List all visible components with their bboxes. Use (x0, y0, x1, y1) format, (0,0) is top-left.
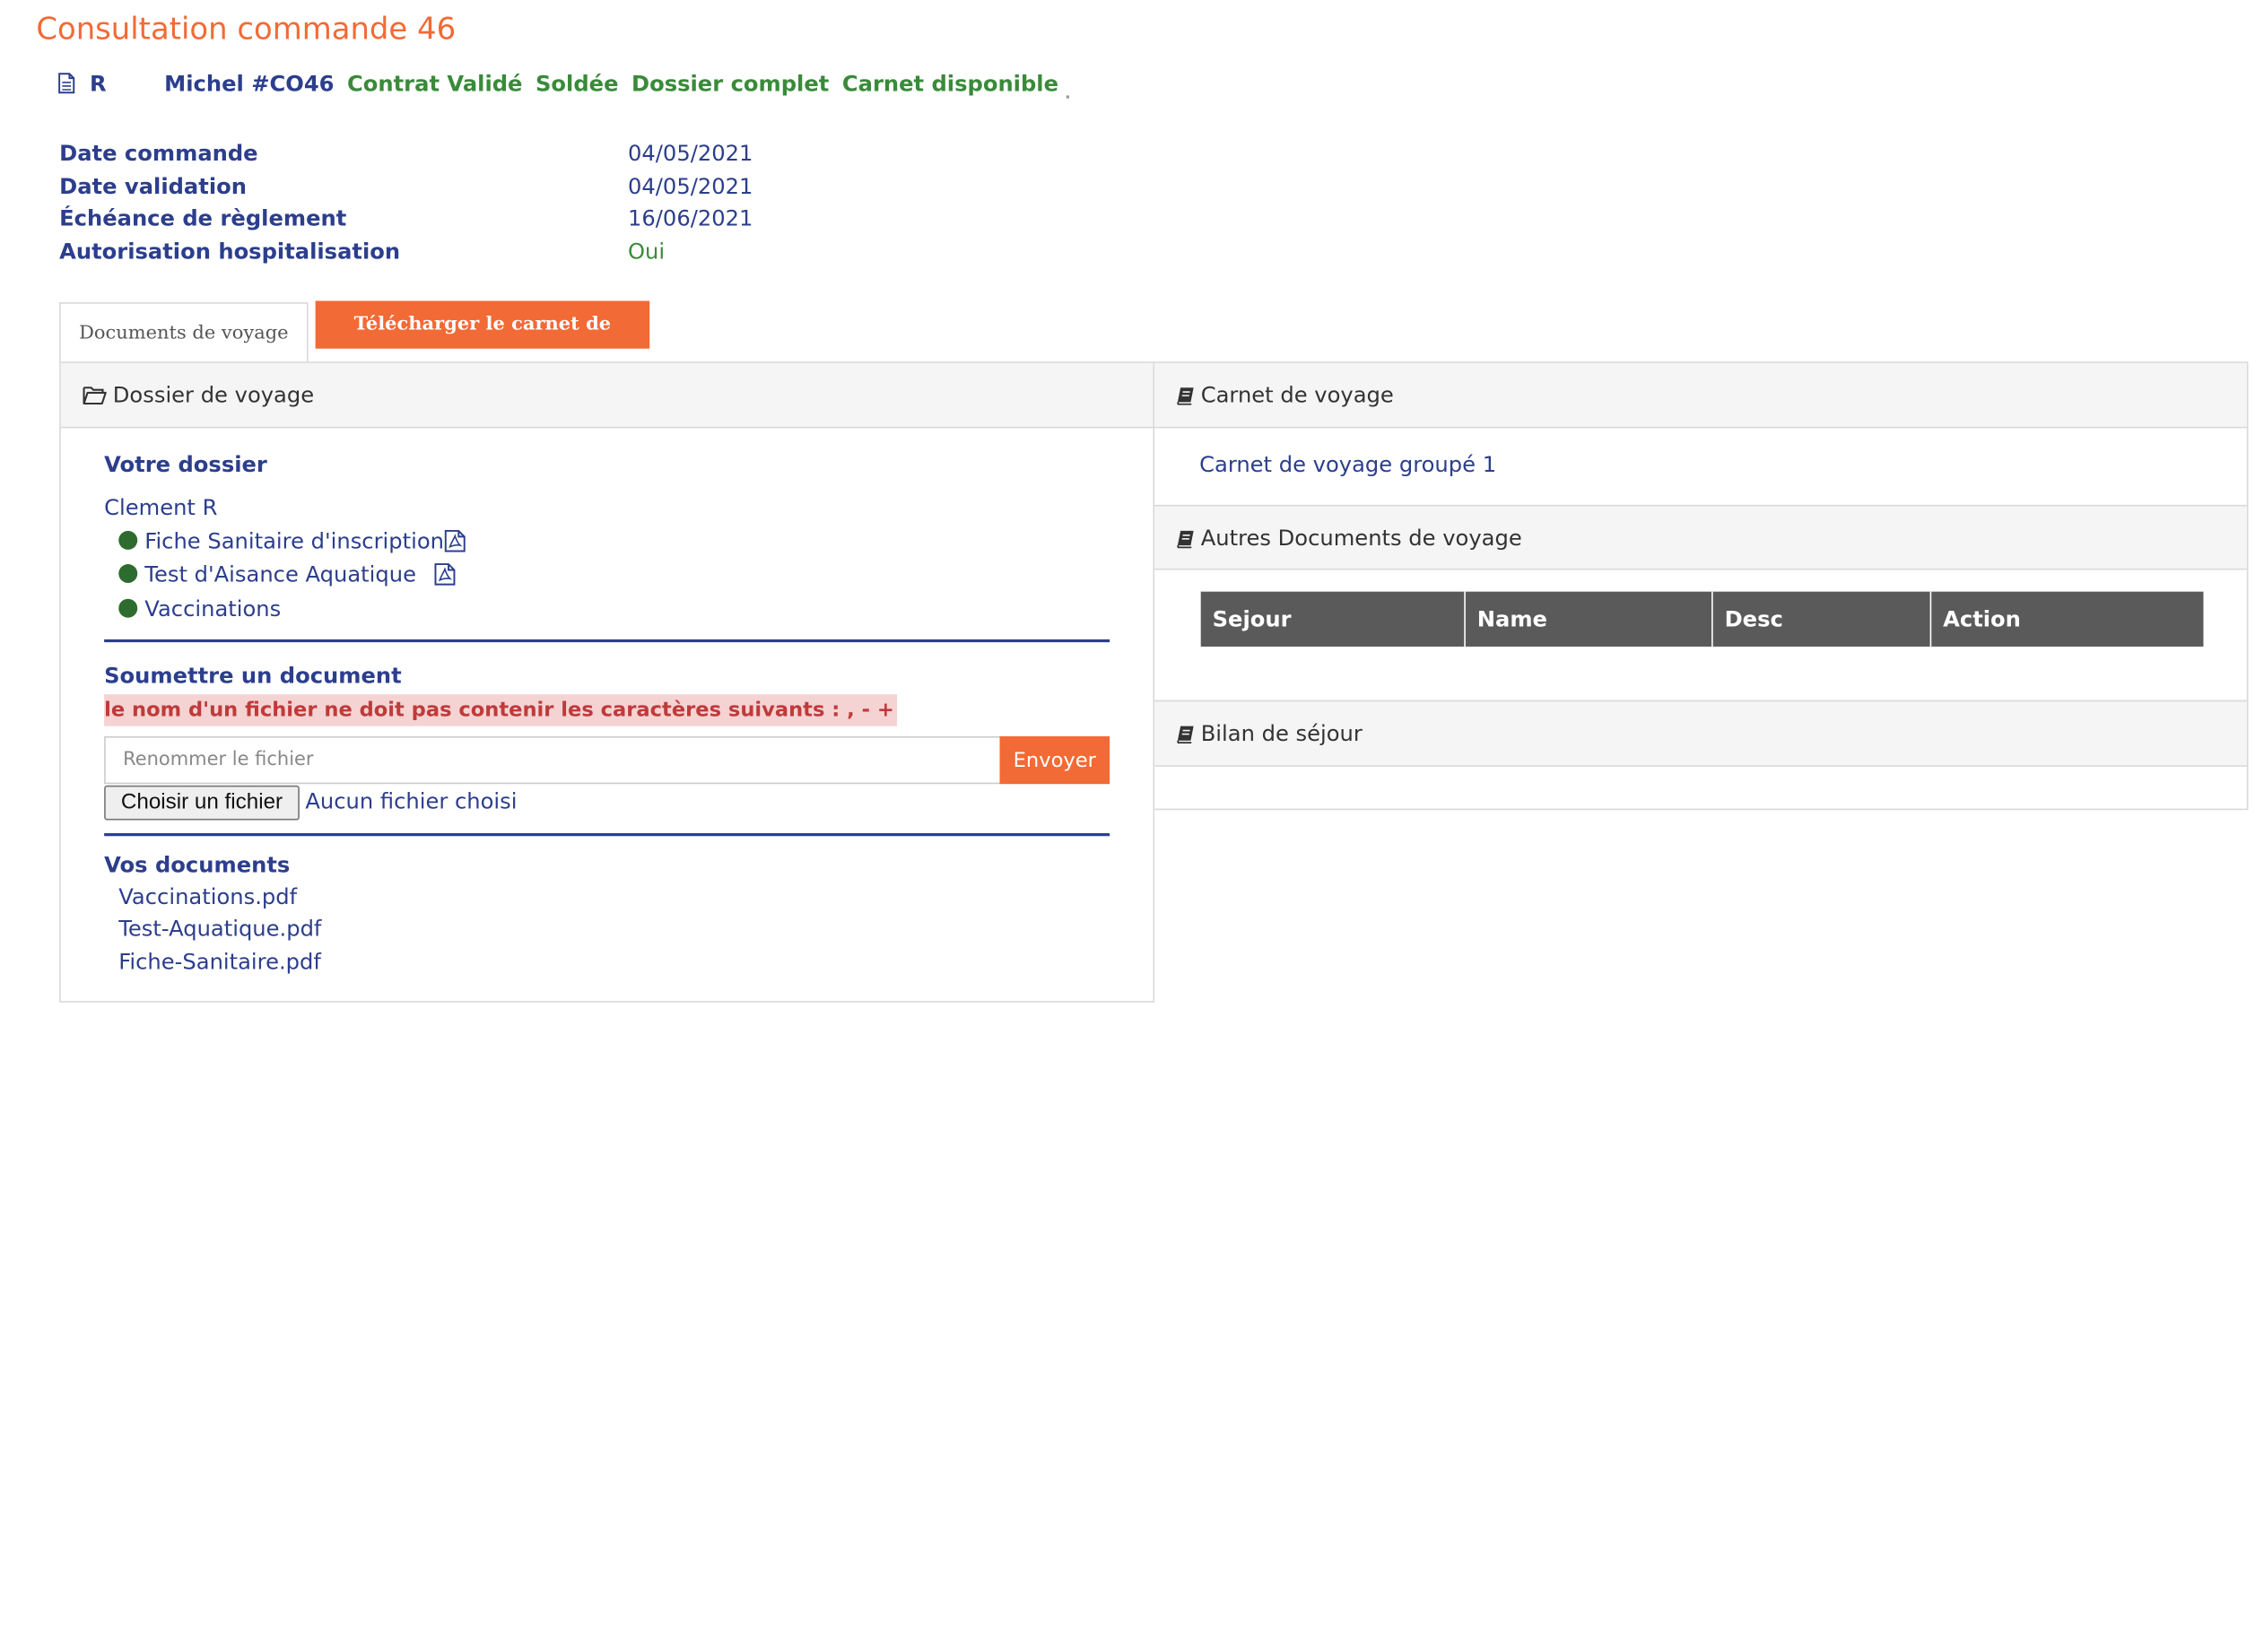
page: Consultation commande 46 R Michel #CO46 Co… (0, 0, 2264, 1652)
uploaded-doc-link[interactable]: Vaccinations.pdf (118, 883, 297, 909)
client-reference: Michel #CO46 (164, 71, 335, 98)
your-file-title: Votre dossier (104, 451, 267, 478)
rename-file-input[interactable] (104, 735, 1002, 785)
status-tag-file-complete: Dossier complet (631, 71, 830, 98)
travel-booklet-panel: Carnet de voyage Carnet de voyage groupé… (1153, 361, 2249, 811)
info-label: Autorisation hospitalisation (59, 238, 401, 265)
info-label: Date commande (59, 140, 258, 167)
book-icon (1176, 387, 1194, 405)
uploaded-doc-link[interactable]: Test-Aquatique.pdf (118, 916, 321, 942)
status-tag-contract: Contrat Validé (347, 71, 523, 98)
booklet-header: Carnet de voyage (1154, 362, 2247, 429)
group-booklet-link[interactable]: Carnet de voyage groupé 1 (1199, 451, 1496, 477)
trip-report-header-label: Bilan de séjour (1200, 720, 1363, 747)
booklet-header-label: Carnet de voyage (1200, 381, 1394, 408)
column-header-desc: Desc (1713, 591, 1932, 647)
tab-travel-documents[interactable]: Documents de voyage (59, 302, 309, 362)
info-value: 04/05/2021 (627, 172, 753, 199)
filename-warning: le nom d'un fichier ne doit pas contenir… (104, 694, 897, 726)
no-file-chosen-label: Aucun fichier choisi (305, 788, 518, 815)
choose-file-button[interactable]: Choisir un fichier (104, 785, 300, 821)
participant-name: Clement R (104, 494, 218, 521)
required-doc-vaccinations[interactable]: Vaccinations (118, 596, 281, 622)
send-button[interactable]: Envoyer (999, 735, 1110, 785)
document-icon (58, 73, 75, 94)
section-divider (104, 833, 1110, 837)
info-value: Oui (627, 238, 666, 265)
status-dot (118, 564, 138, 583)
travel-file-header: Dossier de voyage (60, 362, 1154, 429)
pdf-icon[interactable] (433, 562, 455, 586)
status-dot (118, 598, 138, 618)
other-documents-table: Sejour Name Desc Action (1200, 591, 2204, 647)
status-tag-booklet-available: Carnet disponible (841, 71, 1058, 98)
download-booklet-button[interactable]: Télécharger le carnet de voyage (315, 300, 650, 383)
client-initial: R (89, 71, 107, 98)
folder-open-icon (83, 387, 107, 405)
other-documents-header-label: Autres Documents de voyage (1200, 525, 1522, 552)
pdf-icon[interactable] (444, 529, 466, 552)
required-doc-swim-test[interactable]: Test d'Aisance Aquatique (118, 561, 455, 587)
book-icon (1176, 726, 1194, 744)
info-value: 04/05/2021 (627, 140, 753, 167)
order-summary-line: R Michel #CO46 Contrat Validé Soldée Dossier… (58, 71, 1058, 97)
info-value: 16/06/2021 (627, 205, 753, 232)
travel-file-panel: Dossier de voyage Votre dossier Clement … (59, 361, 1155, 1003)
book-icon (1176, 530, 1194, 549)
section-divider (104, 639, 1110, 643)
other-documents-header: Autres Documents de voyage (1154, 504, 2247, 570)
column-header-action: Action (1943, 605, 2021, 632)
stray-dot (1066, 95, 1069, 99)
required-doc-health-form[interactable]: Fiche Sanitaire d'inscription (118, 528, 466, 554)
page-title: Consultation commande 46 (36, 11, 457, 47)
trip-report-header: Bilan de séjour (1154, 700, 2247, 767)
column-header-sejour: Sejour (1201, 591, 1466, 647)
status-tag-paid: Soldée (535, 71, 619, 98)
submit-document-title: Soumettre un document (104, 662, 402, 689)
required-doc-label: Vaccinations (144, 596, 282, 622)
required-doc-label: Test d'Aisance Aquatique (144, 561, 416, 587)
uploaded-doc-link[interactable]: Fiche-Sanitaire.pdf (118, 949, 321, 975)
column-header-name: Name (1466, 591, 1713, 647)
travel-file-header-label: Dossier de voyage (112, 381, 315, 408)
my-documents-title: Vos documents (104, 851, 291, 879)
info-label: Date validation (59, 172, 247, 199)
required-doc-label: Fiche Sanitaire d'inscription (144, 527, 444, 554)
status-dot (118, 530, 138, 550)
info-label: Échéance de règlement (59, 205, 347, 232)
